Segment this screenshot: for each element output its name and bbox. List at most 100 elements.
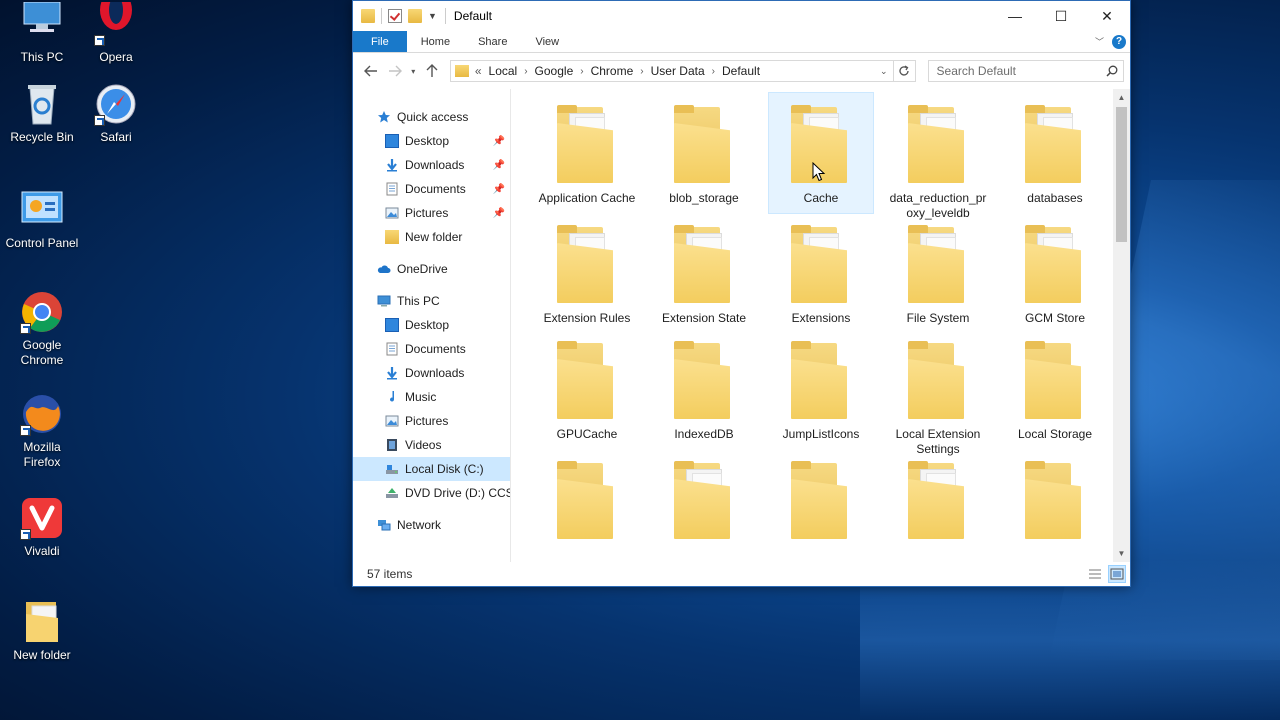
folder-item[interactable]: Extension Rules [535, 213, 639, 329]
folder-item[interactable] [535, 449, 639, 562]
nav-pc-dvd-drive[interactable]: DVD Drive (D:) CCSA [353, 481, 511, 505]
breadcrumb-local[interactable]: Local [489, 64, 518, 78]
folder-icon [672, 225, 736, 305]
breadcrumb-user-data[interactable]: User Data [651, 64, 705, 78]
refresh-button[interactable] [893, 60, 916, 82]
desktop-icon-opera[interactable]: Opera [78, 0, 154, 65]
nav-quick-access[interactable]: Quick access [353, 105, 511, 129]
nav-pc-music[interactable]: Music [353, 385, 511, 409]
shortcut-arrow-icon [20, 529, 31, 540]
folder-item[interactable] [1003, 449, 1107, 562]
large-icons-view-button[interactable] [1108, 565, 1126, 583]
tab-file[interactable]: File [353, 31, 407, 52]
pin-icon[interactable]: 📌 [493, 136, 505, 147]
desktop-icon-control-panel[interactable]: Control Panel [4, 188, 80, 251]
nav-qa-downloads[interactable]: Downloads 📌 [353, 153, 511, 177]
title-bar[interactable]: ▼ Default — ☐ ✕ [353, 1, 1130, 31]
breadcrumb-chrome[interactable]: Chrome [591, 64, 634, 78]
scroll-down-arrow-icon[interactable]: ▼ [1113, 545, 1130, 562]
folder-item[interactable]: blob_storage [652, 93, 756, 213]
close-button[interactable]: ✕ [1084, 1, 1130, 31]
search-icon[interactable] [1101, 65, 1123, 77]
up-button[interactable] [420, 59, 444, 83]
nav-network[interactable]: Network [353, 513, 511, 537]
folder-item[interactable]: Application Cache [535, 93, 639, 213]
breadcrumb-default[interactable]: Default [722, 64, 760, 78]
desktop-icon-chrome[interactable]: Google Chrome [4, 290, 80, 368]
desktop-icon-firefox[interactable]: Mozilla Firefox [4, 392, 80, 470]
tab-home[interactable]: Home [407, 31, 464, 52]
desktop-icon-safari[interactable]: Safari [78, 82, 154, 145]
breadcrumb-overflow[interactable]: « [475, 64, 482, 78]
forward-button[interactable] [383, 59, 407, 83]
nav-qa-desktop[interactable]: Desktop 📌 [353, 129, 511, 153]
nav-onedrive[interactable]: OneDrive [353, 257, 511, 281]
folder-item[interactable]: File System [886, 213, 990, 329]
folder-item[interactable]: databases [1003, 93, 1107, 213]
folder-item[interactable] [769, 449, 873, 562]
navigation-pane: Quick access Desktop 📌 Downloads 📌 Docum… [353, 89, 511, 562]
pin-icon[interactable]: 📌 [493, 208, 505, 219]
nav-pc-downloads[interactable]: Downloads [353, 361, 511, 385]
scroll-up-arrow-icon[interactable]: ▲ [1113, 89, 1130, 106]
folder-item[interactable]: Extensions [769, 213, 873, 329]
nav-pc-local-disk[interactable]: Local Disk (C:) [353, 457, 511, 481]
back-button[interactable] [359, 59, 383, 83]
nav-pc-documents[interactable]: Documents [353, 337, 511, 361]
nav-this-pc[interactable]: This PC [353, 289, 511, 313]
desktop-icon-this-pc[interactable]: This PC [4, 1, 80, 65]
scrollbar-thumb[interactable] [1116, 107, 1127, 242]
file-list-view[interactable]: Application Cache blob_storage Cache data_r… [511, 89, 1130, 562]
breadcrumb-google[interactable]: Google [535, 64, 574, 78]
quick-access-toolbar-dropdown-icon[interactable]: ▼ [428, 11, 437, 21]
folder-item[interactable]: IndexedDB [652, 329, 756, 449]
folder-item[interactable]: Extension State [652, 213, 756, 329]
tab-view[interactable]: View [521, 31, 573, 52]
folder-item[interactable]: Cache [768, 92, 874, 214]
maximize-button[interactable]: ☐ [1038, 1, 1084, 31]
chevron-right-icon[interactable]: › [640, 66, 643, 77]
address-history-dropdown-icon[interactable]: ⌄ [875, 66, 893, 77]
folder-item[interactable]: JumpListIcons [769, 329, 873, 449]
folder-item[interactable]: data_reduction_proxy_leveldb [886, 93, 990, 220]
folder-icon [1023, 105, 1087, 185]
nav-pc-videos[interactable]: Videos [353, 433, 511, 457]
properties-check-icon[interactable] [388, 9, 402, 23]
nav-label: Music [405, 390, 437, 404]
folder-item[interactable]: Local Storage [1003, 329, 1107, 449]
details-view-button[interactable] [1086, 565, 1104, 583]
folder-item[interactable]: Local Extension Settings [886, 329, 990, 456]
chevron-right-icon[interactable]: › [712, 66, 715, 77]
pin-icon[interactable]: 📌 [493, 184, 505, 195]
vertical-scrollbar[interactable]: ▲ ▼ [1113, 89, 1130, 562]
recent-locations-dropdown-icon[interactable]: ▾ [406, 67, 420, 76]
folder-icon [555, 225, 619, 305]
nav-qa-new-folder[interactable]: New folder [353, 225, 511, 249]
chevron-right-icon[interactable]: › [524, 66, 527, 77]
search-box[interactable]: Search Default [927, 60, 1124, 82]
nav-label: This PC [397, 294, 440, 308]
expand-ribbon-chevron-icon[interactable]: ﹀ [1095, 35, 1104, 48]
desktop-icon-vivaldi[interactable]: Vivaldi [4, 496, 80, 559]
nav-qa-documents[interactable]: Documents 📌 [353, 177, 511, 201]
desktop-icon-label: Safari [100, 130, 132, 144]
nav-pc-pictures[interactable]: Pictures [353, 409, 511, 433]
folder-item[interactable] [652, 449, 756, 562]
nav-label: New folder [405, 230, 463, 244]
folder-item[interactable]: GCM Store [1003, 213, 1107, 329]
folder-item[interactable]: GPUCache [535, 329, 639, 449]
pin-icon[interactable]: 📌 [493, 160, 505, 171]
minimize-button[interactable]: — [992, 1, 1038, 31]
nav-qa-pictures[interactable]: Pictures 📌 [353, 201, 511, 225]
new-folder-icon[interactable] [408, 9, 422, 23]
nav-pc-desktop[interactable]: Desktop [353, 313, 511, 337]
chevron-right-icon[interactable]: › [580, 66, 583, 77]
desktop-icon-recycle-bin[interactable]: Recycle Bin [4, 82, 80, 145]
search-input[interactable]: Search Default [937, 64, 1016, 78]
desktop-icon-new-folder[interactable]: New folder [4, 600, 80, 663]
address-bar[interactable]: « Local › Google › Chrome › User Data › … [449, 60, 894, 82]
tab-share[interactable]: Share [464, 31, 521, 52]
help-icon[interactable]: ? [1112, 34, 1126, 49]
folder-item[interactable] [886, 449, 990, 562]
download-arrow-icon [387, 367, 397, 380]
